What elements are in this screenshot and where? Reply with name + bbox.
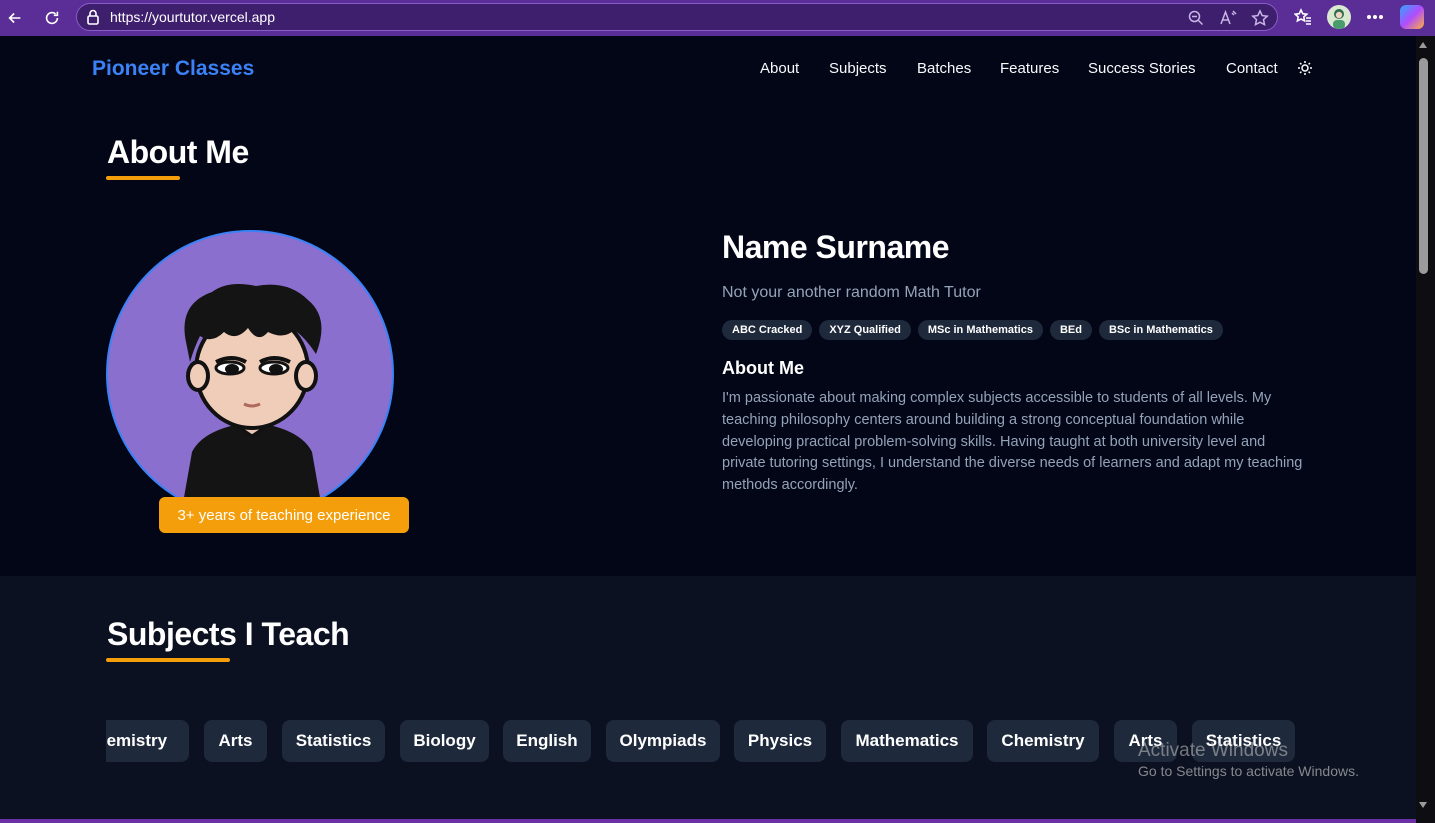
subject-chip[interactable]: Biology xyxy=(400,720,489,762)
subject-chip[interactable]: Chemistry xyxy=(987,720,1099,762)
sun-icon[interactable] xyxy=(1297,60,1313,76)
qualification-badge: BEd xyxy=(1049,320,1092,340)
qualification-badge: BSc in Mathematics xyxy=(1098,320,1223,340)
back-arrow-icon[interactable] xyxy=(0,3,30,33)
window-bottom-border xyxy=(0,819,1416,823)
activate-windows-subtitle: Go to Settings to activate Windows. xyxy=(1138,763,1359,779)
nav-link-about[interactable]: About xyxy=(760,60,799,77)
lock-icon[interactable] xyxy=(85,8,101,26)
more-menu-icon[interactable] xyxy=(1362,4,1388,30)
address-bar[interactable]: https://yourtutor.vercel.app xyxy=(76,3,1278,31)
title-underline xyxy=(106,176,180,180)
subjects-marquee: Chemistry Arts Statistics Biology Englis… xyxy=(106,720,1306,762)
subject-chip[interactable]: Arts xyxy=(204,720,267,762)
nav-link-success-stories[interactable]: Success Stories xyxy=(1088,60,1196,77)
favorites-icon[interactable] xyxy=(1290,4,1316,30)
subjects-section-title: Subjects I Teach xyxy=(107,616,350,652)
qualification-badge: ABC Cracked xyxy=(722,320,813,340)
profile-avatar[interactable] xyxy=(1327,5,1351,29)
url-text[interactable]: https://yourtutor.vercel.app xyxy=(110,9,275,25)
scroll-up-arrow-icon[interactable] xyxy=(1419,42,1427,48)
page-viewport: Pioneer Classes About Subjects Batches F… xyxy=(0,36,1416,823)
about-section-title: About Me xyxy=(107,134,249,170)
zoom-out-icon[interactable] xyxy=(1187,9,1205,27)
nav-link-features[interactable]: Features xyxy=(1000,60,1059,77)
favorite-star-icon[interactable] xyxy=(1251,9,1269,27)
nav-link-subjects[interactable]: Subjects xyxy=(829,60,887,77)
subject-chip[interactable]: English xyxy=(503,720,591,762)
subject-chip[interactable]: Mathematics xyxy=(841,720,973,762)
scroll-down-arrow-icon[interactable] xyxy=(1419,802,1427,808)
activate-windows-title: Activate Windows xyxy=(1138,740,1288,761)
tutor-name: Name Surname xyxy=(722,229,949,265)
subjects-section: Subjects I Teach Chemistry Arts Statisti… xyxy=(0,576,1416,823)
subject-chip[interactable]: Statistics xyxy=(282,720,385,762)
reload-icon[interactable] xyxy=(37,3,67,33)
title-underline xyxy=(106,658,230,662)
tutor-tagline: Not your another random Math Tutor xyxy=(722,284,981,301)
subject-chip[interactable]: Olympiads xyxy=(606,720,720,762)
qualification-badge: MSc in Mathematics xyxy=(917,320,1043,340)
scrollbar-thumb[interactable] xyxy=(1419,58,1428,274)
tutor-avatar xyxy=(106,230,394,518)
qualification-badge: XYZ Qualified xyxy=(819,320,911,340)
about-description: I'm passionate about making complex subj… xyxy=(722,390,1303,494)
subject-chip[interactable]: Physics xyxy=(734,720,826,762)
browser-toolbar: https://yourtutor.vercel.app xyxy=(0,0,1435,36)
about-subheading: About Me xyxy=(722,358,804,378)
brand-logo[interactable]: Pioneer Classes xyxy=(92,57,254,81)
qualification-badges: ABC Cracked XYZ Qualified MSc in Mathema… xyxy=(722,320,1223,340)
experience-badge: 3+ years of teaching experience xyxy=(159,497,409,533)
nav-link-batches[interactable]: Batches xyxy=(917,60,971,77)
copilot-icon[interactable] xyxy=(1400,5,1424,29)
nav-link-contact[interactable]: Contact xyxy=(1226,60,1278,77)
subject-chip[interactable]: Chemistry xyxy=(106,720,189,762)
read-aloud-icon[interactable] xyxy=(1219,9,1237,27)
